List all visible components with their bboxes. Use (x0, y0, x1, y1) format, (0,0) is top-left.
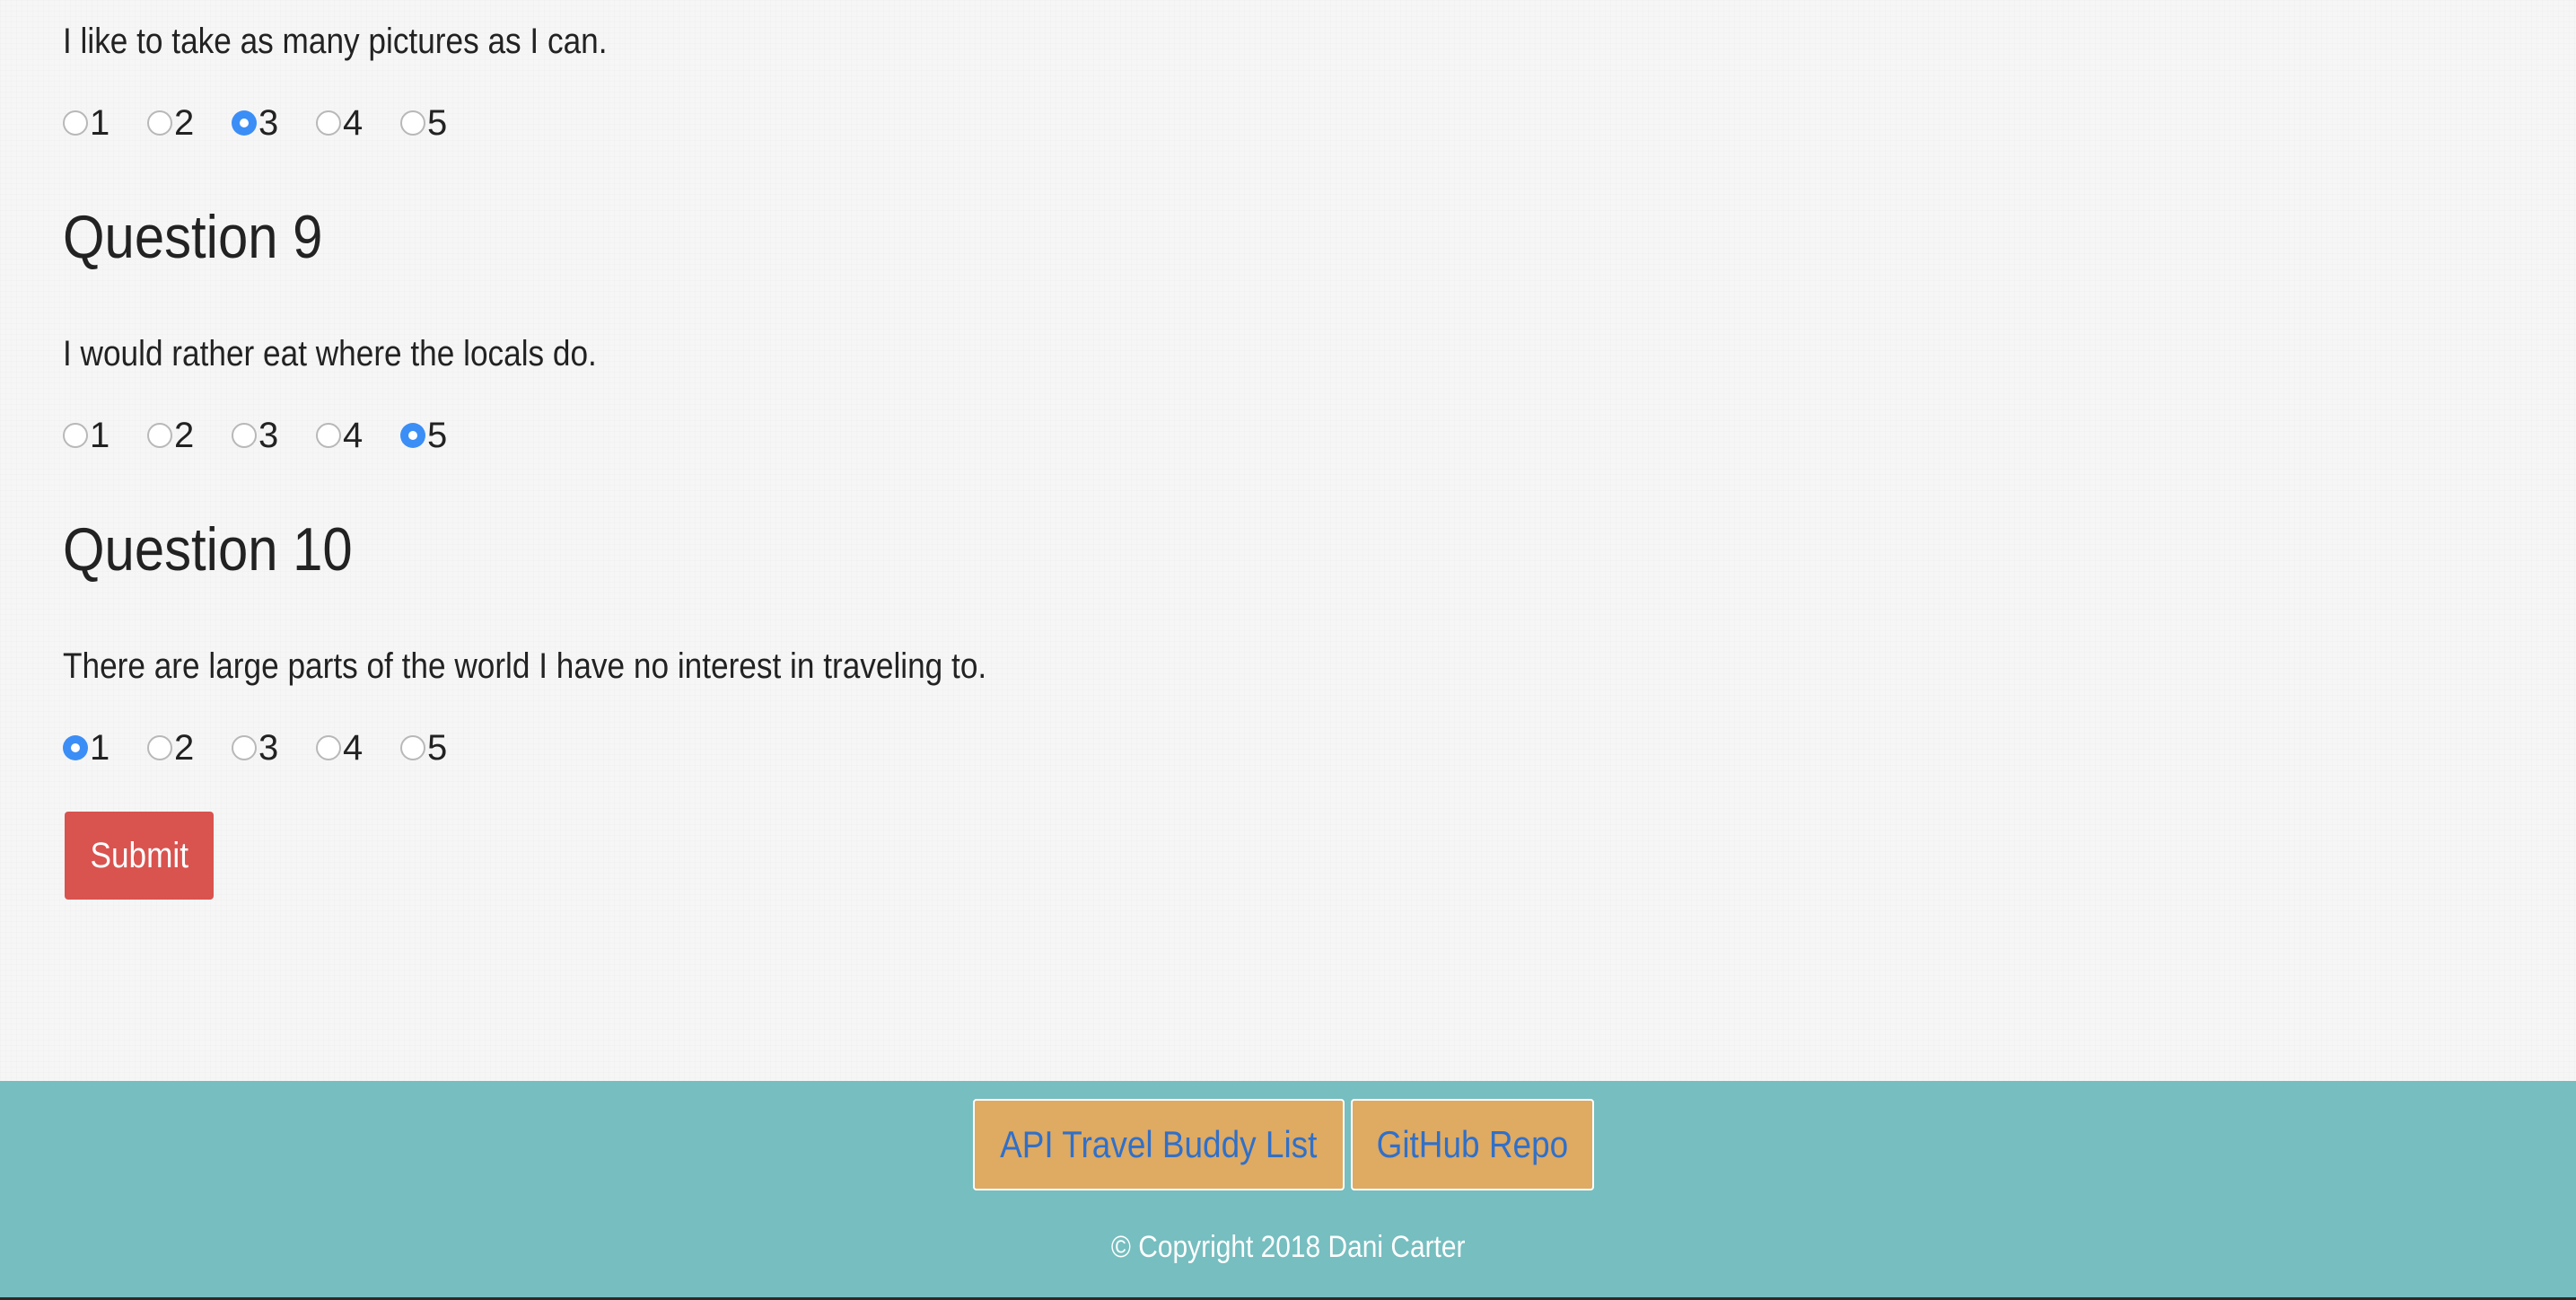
radio-button[interactable] (316, 735, 341, 760)
question-9-option-4[interactable]: 4 (316, 413, 363, 458)
question-9-option-2[interactable]: 2 (147, 413, 194, 458)
question-8-prompt: I like to take as many pictures as I can… (63, 22, 608, 61)
question-8-option-4[interactable]: 4 (316, 101, 363, 145)
radio-button[interactable] (147, 423, 172, 448)
question-8-option-3[interactable]: 3 (232, 101, 278, 145)
radio-button[interactable] (400, 110, 425, 136)
option-label: 1 (90, 103, 110, 143)
option-label: 1 (90, 728, 110, 768)
option-label: 1 (90, 416, 110, 455)
radio-button[interactable] (400, 735, 425, 760)
question-10-option-5[interactable]: 5 (400, 725, 447, 770)
question-9-option-5[interactable]: 5 (400, 413, 447, 458)
radio-button[interactable] (63, 423, 88, 448)
question-10-heading: Question 10 (63, 515, 353, 584)
option-label: 3 (258, 103, 279, 143)
option-label: 4 (343, 103, 364, 143)
question-8-option-2[interactable]: 2 (147, 101, 194, 145)
question-10-option-4[interactable]: 4 (316, 725, 363, 770)
question-10-option-3[interactable]: 3 (232, 725, 278, 770)
option-label: 5 (427, 103, 448, 143)
option-label: 2 (174, 103, 195, 143)
question-9-option-1[interactable]: 1 (63, 413, 110, 458)
radio-button[interactable] (147, 735, 172, 760)
option-label: 2 (174, 416, 195, 455)
option-label: 4 (343, 728, 364, 768)
question-10-prompt: There are large parts of the world I hav… (63, 646, 987, 686)
radio-button[interactable] (232, 735, 257, 760)
option-label: 3 (258, 728, 279, 768)
radio-button[interactable] (63, 110, 88, 136)
github-repo-label: GitHub Repo (1376, 1123, 1569, 1165)
api-travel-buddy-list-link[interactable]: API Travel Buddy List (973, 1099, 1345, 1190)
option-label: 5 (427, 416, 448, 455)
radio-button-selected[interactable] (400, 423, 425, 448)
api-travel-buddy-list-label: API Travel Buddy List (1000, 1123, 1318, 1165)
option-label: 4 (343, 416, 364, 455)
copyright-text: © Copyright 2018 Dani Carter (0, 1232, 2576, 1262)
question-10-option-2[interactable]: 2 (147, 725, 194, 770)
page-footer: API Travel Buddy List GitHub Repo © Copy… (0, 1081, 2576, 1300)
github-repo-link[interactable]: GitHub Repo (1351, 1099, 1594, 1190)
option-label: 2 (174, 728, 195, 768)
radio-button-selected[interactable] (63, 735, 88, 760)
question-9-prompt: I would rather eat where the locals do. (63, 334, 597, 373)
copyright-label: © Copyright 2018 Dani Carter (1110, 1230, 1466, 1264)
radio-button[interactable] (316, 423, 341, 448)
question-8-option-5[interactable]: 5 (400, 101, 447, 145)
radio-button[interactable] (232, 423, 257, 448)
radio-button[interactable] (147, 110, 172, 136)
option-label: 5 (427, 728, 448, 768)
question-9-heading: Question 9 (63, 203, 323, 271)
option-label: 3 (258, 416, 279, 455)
question-8-option-1[interactable]: 1 (63, 101, 110, 145)
submit-button[interactable]: Submit (65, 812, 214, 900)
radio-button-selected[interactable] (232, 110, 257, 136)
question-10-option-1[interactable]: 1 (63, 725, 110, 770)
submit-button-label: Submit (90, 835, 188, 875)
radio-button[interactable] (316, 110, 341, 136)
question-9-option-3[interactable]: 3 (232, 413, 278, 458)
